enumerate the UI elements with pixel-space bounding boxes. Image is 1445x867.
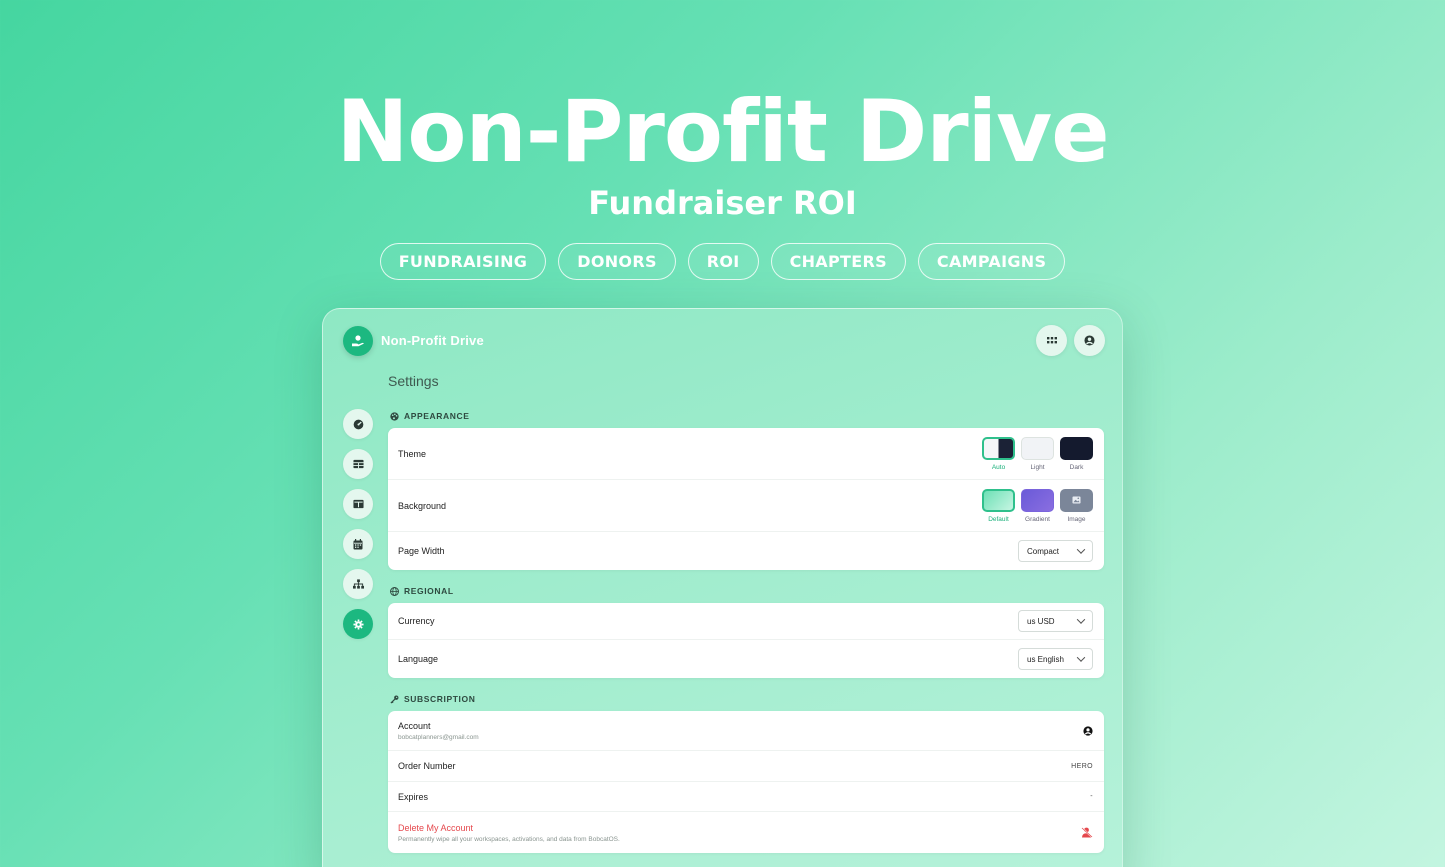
subscription-section-label: SUBSCRIPTION xyxy=(390,694,475,704)
nav-table[interactable] xyxy=(343,449,373,479)
palette-icon xyxy=(390,411,399,421)
appearance-section-label: APPEARANCE xyxy=(390,411,470,421)
order-number-row: Order Number HERO xyxy=(388,751,1104,782)
tag-fundraising: FUNDRAISING xyxy=(379,243,547,280)
app-name: Non-Profit Drive xyxy=(381,333,484,348)
light-caption: Light xyxy=(1030,463,1045,471)
account-row: Account bobcatplanners@gmail.com xyxy=(388,711,1104,751)
tag-pills: FUNDRAISING DONORS ROI CHAPTERS CAMPAIGN… xyxy=(0,243,1445,280)
order-value: HERO xyxy=(1071,762,1093,770)
globe-icon xyxy=(390,586,399,596)
nav-hierarchy[interactable] xyxy=(343,569,373,599)
background-label: Background xyxy=(398,500,447,511)
dashboard-icon xyxy=(353,419,363,429)
delete-account-label[interactable]: Delete My Account xyxy=(398,823,620,833)
language-row: Language us English xyxy=(388,640,1104,678)
currency-value: us USD xyxy=(1027,616,1055,626)
background-option-gradient[interactable]: Gradient xyxy=(1021,488,1054,523)
page-title: Settings xyxy=(388,373,439,389)
tag-campaigns: CAMPAIGNS xyxy=(917,243,1066,280)
background-option-default[interactable]: Default xyxy=(982,488,1015,523)
theme-row: Theme Auto Light Dark xyxy=(388,428,1104,480)
grid-icon xyxy=(1046,336,1057,343)
nav-calendar[interactable] xyxy=(343,529,373,559)
theme-option-light[interactable]: Light xyxy=(1021,436,1054,471)
layout-icon xyxy=(352,499,364,509)
hierarchy-icon xyxy=(352,579,364,589)
order-label: Order Number xyxy=(398,761,456,771)
user-circle-icon[interactable] xyxy=(1083,725,1093,736)
regional-card: Currency us USD Language us English xyxy=(388,603,1104,678)
appearance-card: Theme Auto Light Dark Background Default… xyxy=(388,428,1104,570)
auto-caption: Auto xyxy=(991,463,1006,471)
nav-settings[interactable] xyxy=(343,609,373,639)
account-label: Account xyxy=(398,720,431,731)
background-row: Background Default Gradient Image xyxy=(388,480,1104,532)
delete-info: Delete My Account Permanently wipe all y… xyxy=(398,823,620,843)
account-info: Account bobcatplanners@gmail.com xyxy=(398,721,479,741)
currency-label: Currency xyxy=(398,616,435,626)
hero-title: Non-Profit Drive xyxy=(336,82,1109,182)
theme-label: Theme xyxy=(398,448,427,459)
gradient-caption: Gradient xyxy=(1025,515,1050,523)
tag-donors: DONORS xyxy=(558,243,676,280)
profile-button[interactable] xyxy=(1074,325,1105,356)
nav-layout[interactable] xyxy=(343,489,373,519)
language-select[interactable]: us English xyxy=(1018,648,1093,670)
background-options: Default Gradient Image xyxy=(982,488,1093,523)
chevron-down-icon xyxy=(1076,545,1086,554)
default-caption: Default xyxy=(988,515,1009,523)
image-caption: Image xyxy=(1067,515,1086,523)
account-email: bobcatplanners@gmail.com xyxy=(398,733,479,741)
theme-option-auto[interactable]: Auto xyxy=(982,436,1015,471)
dark-swatch[interactable] xyxy=(1060,436,1093,460)
expires-label: Expires xyxy=(398,791,429,802)
calendar-icon xyxy=(353,538,363,549)
currency-row: Currency us USD xyxy=(388,603,1104,640)
image-icon xyxy=(1072,496,1081,504)
side-nav xyxy=(343,409,373,639)
settings-icon xyxy=(352,618,364,630)
subscription-card: Account bobcatplanners@gmail.com Order N… xyxy=(388,711,1104,853)
regional-section-label: REGIONAL xyxy=(390,586,454,596)
tag-chapters: CHAPTERS xyxy=(770,243,906,280)
page-width-label: Page Width xyxy=(398,546,445,556)
app-logo[interactable] xyxy=(343,326,373,356)
default-swatch[interactable] xyxy=(982,488,1015,512)
delete-account-description: Permanently wipe all your workspaces, ac… xyxy=(398,835,620,843)
user-remove-icon[interactable] xyxy=(1081,827,1093,838)
subscription-label-text: SUBSCRIPTION xyxy=(404,694,476,704)
theme-option-dark[interactable]: Dark xyxy=(1060,436,1093,471)
background-option-image[interactable]: Image xyxy=(1060,488,1093,523)
dark-caption: Dark xyxy=(1069,463,1084,471)
image-swatch[interactable] xyxy=(1060,488,1093,512)
tag-roi: ROI xyxy=(687,243,759,280)
app-window: Non-Profit Drive Settings APPEARANCE The… xyxy=(322,308,1123,867)
appearance-label-text: APPEARANCE xyxy=(404,411,470,421)
apps-button[interactable] xyxy=(1036,325,1067,356)
currency-select[interactable]: us USD xyxy=(1018,610,1093,632)
language-value: us English xyxy=(1027,654,1064,664)
light-swatch[interactable] xyxy=(1021,436,1054,460)
theme-options: Auto Light Dark xyxy=(982,436,1093,471)
gradient-swatch[interactable] xyxy=(1021,488,1054,512)
hero-subtitle: Fundraiser ROI xyxy=(588,184,857,222)
nav-dashboard[interactable] xyxy=(343,409,373,439)
regional-label-text: REGIONAL xyxy=(404,586,454,596)
hand-heart-icon xyxy=(352,335,364,347)
page-width-row: Page Width Compact xyxy=(388,532,1104,570)
key-icon xyxy=(390,695,399,704)
expires-value: - xyxy=(1090,793,1093,800)
auto-swatch[interactable] xyxy=(982,436,1015,460)
chevron-down-icon xyxy=(1076,653,1086,662)
delete-account-row[interactable]: Delete My Account Permanently wipe all y… xyxy=(388,812,1104,853)
chevron-down-icon xyxy=(1076,615,1086,624)
page-width-select[interactable]: Compact xyxy=(1018,540,1093,562)
expires-row: Expires - xyxy=(388,782,1104,812)
language-label: Language xyxy=(398,654,439,664)
user-circle-icon xyxy=(1084,335,1095,346)
table-icon xyxy=(352,459,364,469)
page-width-value: Compact xyxy=(1027,546,1060,556)
